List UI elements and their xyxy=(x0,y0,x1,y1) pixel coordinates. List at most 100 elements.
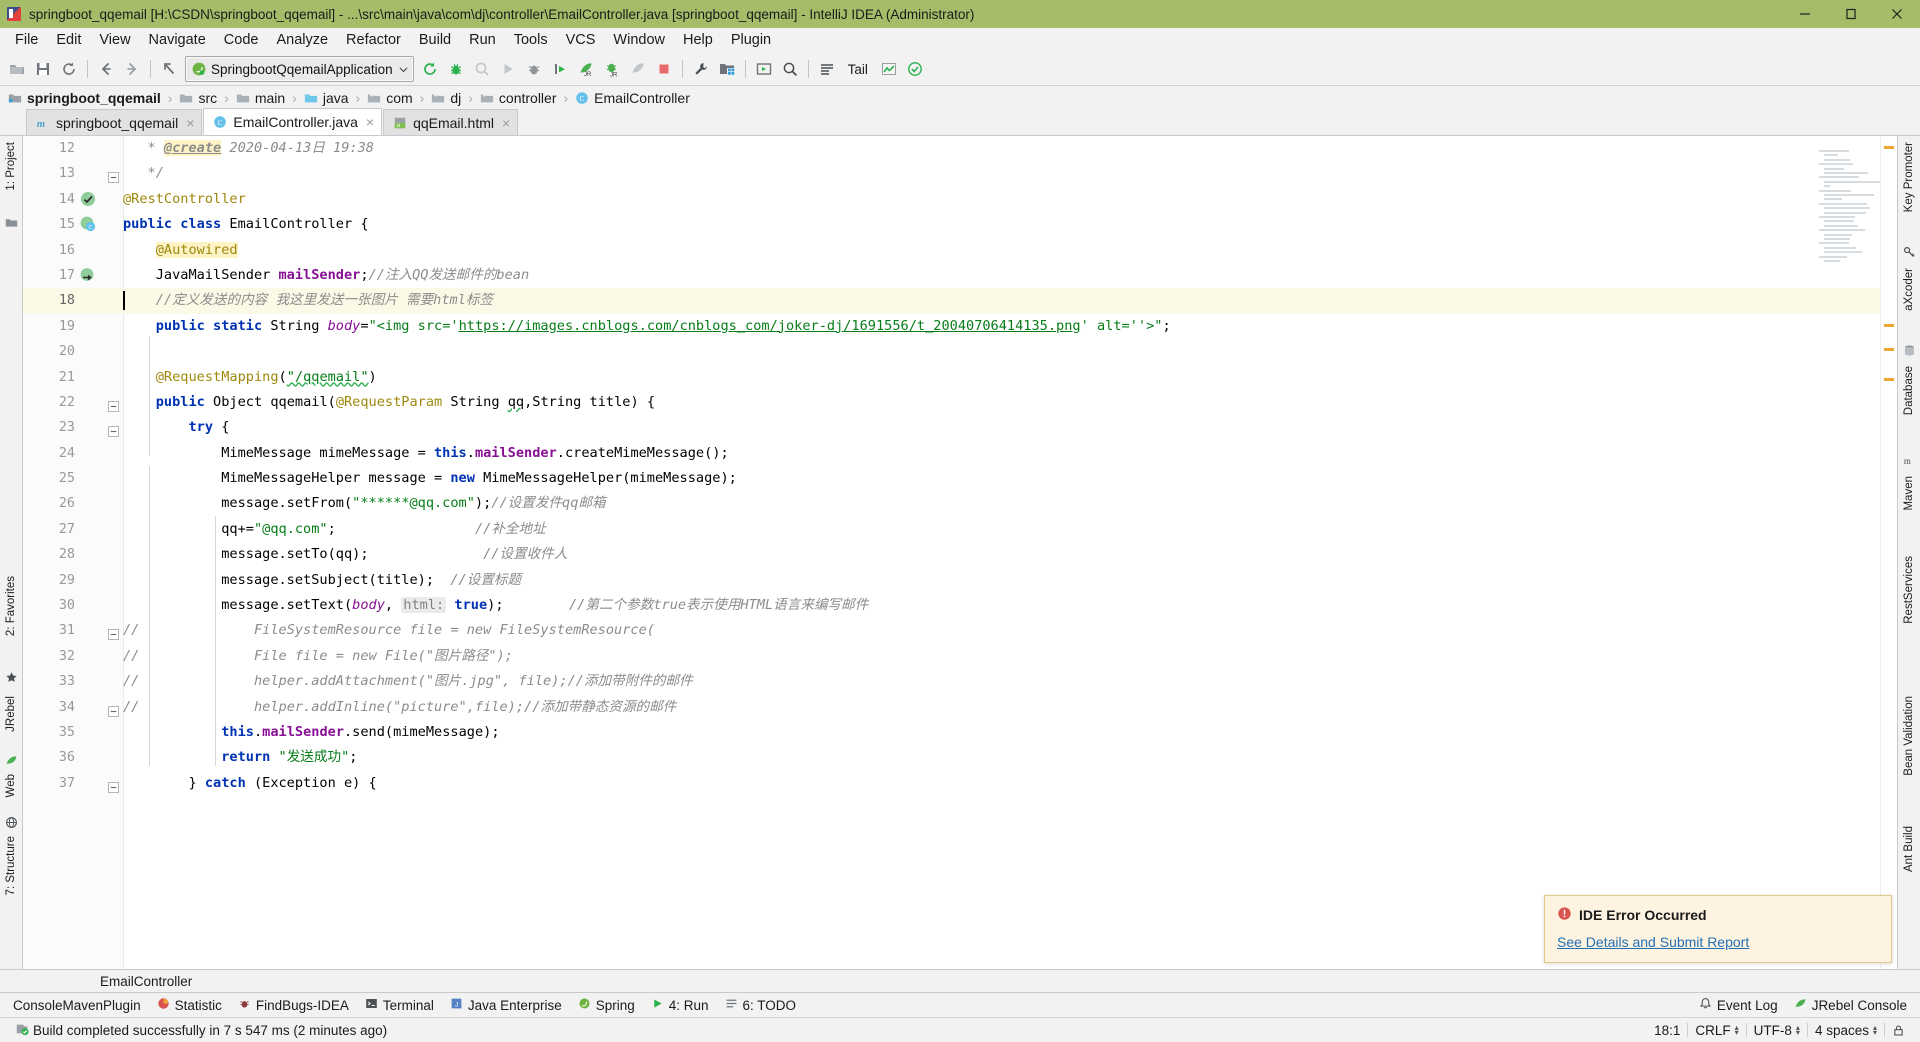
breadcrumb-item-class[interactable]: C EmailController xyxy=(575,90,690,106)
build-status[interactable]: Build completed successfully in 7 s 547 … xyxy=(8,1022,394,1039)
twbar-statistic[interactable]: Statistic xyxy=(150,995,229,1015)
code-line[interactable]: 14 @RestController xyxy=(23,187,1897,212)
sidebar-item-jrebel[interactable]: JRebel xyxy=(0,696,22,732)
forward-icon[interactable] xyxy=(119,56,145,82)
code-line[interactable]: 16 @Autowired xyxy=(23,238,1897,263)
tail-toggle-icon[interactable] xyxy=(814,56,840,82)
bean-class-icon[interactable]: C xyxy=(79,215,98,234)
tab-emailcontroller-java[interactable]: C EmailController.java × xyxy=(203,108,383,135)
sidebar-item-favorites[interactable]: 2: Favorites xyxy=(0,576,22,636)
caret-position[interactable]: 18:1 xyxy=(1647,1023,1687,1038)
fold-toggle-icon[interactable] xyxy=(108,421,120,438)
chart-icon[interactable] xyxy=(876,56,902,82)
debug-icon[interactable] xyxy=(443,56,469,82)
code-line[interactable]: 21 @RequestMapping("/qqemail") xyxy=(23,365,1897,390)
twbar-event-log[interactable]: Event Log xyxy=(1692,995,1785,1015)
tab-qqemail-html[interactable]: H qqEmail.html × xyxy=(383,109,519,135)
run-anything-icon[interactable] xyxy=(751,56,777,82)
code-line[interactable]: 12 * @create 2020-04-13日 19:38 xyxy=(23,136,1897,161)
twbar-console-maven-plugin[interactable]: ConsoleMavenPlugin xyxy=(6,996,148,1015)
breadcrumb-item-java[interactable]: java xyxy=(304,90,349,106)
file-encoding[interactable]: UTF-8 ▴ ▾ xyxy=(1747,1023,1807,1038)
code-line[interactable]: 34 // helper.addInline("picture",file);//… xyxy=(23,695,1897,720)
menu-tools[interactable]: Tools xyxy=(505,30,557,50)
close-icon[interactable]: × xyxy=(366,115,374,129)
menu-build[interactable]: Build xyxy=(410,30,460,50)
breadcrumb-item-dj[interactable]: dj xyxy=(431,90,461,106)
attach-debugger-icon[interactable] xyxy=(521,56,547,82)
coverage-icon[interactable] xyxy=(469,56,495,82)
breadcrumb-item-src[interactable]: src xyxy=(179,90,217,106)
see-details-link[interactable]: See Details and Submit Report xyxy=(1557,934,1879,950)
twbar-spring[interactable]: Spring xyxy=(571,995,642,1015)
stop-icon[interactable] xyxy=(651,56,677,82)
indent-setting[interactable]: 4 spaces ▴ ▾ xyxy=(1808,1023,1884,1038)
twbar-jrebel-console[interactable]: JRebel Console xyxy=(1787,995,1914,1015)
editor-error-stripe[interactable] xyxy=(1880,136,1897,969)
bean-autowire-icon[interactable] xyxy=(79,266,98,285)
sync-icon[interactable] xyxy=(56,56,82,82)
menu-code[interactable]: Code xyxy=(215,30,268,50)
code-line[interactable]: 22 public Object qqemail(@RequestParam S… xyxy=(23,390,1897,415)
breadcrumb-item-main[interactable]: main xyxy=(236,90,285,106)
menu-help[interactable]: Help xyxy=(674,30,722,50)
menu-edit[interactable]: Edit xyxy=(47,30,90,50)
maximize-button[interactable] xyxy=(1828,0,1874,28)
jrebel-debug-icon[interactable]: JR xyxy=(599,56,625,82)
project-structure-icon[interactable] xyxy=(714,56,740,82)
sidebar-item-axcoder[interactable]: aXcoder xyxy=(1898,268,1920,311)
code-line[interactable]: 33 // helper.addAttachment("图片.jpg", file… xyxy=(23,669,1897,694)
twbar-run[interactable]: 4: Run xyxy=(644,995,716,1015)
search-everywhere-icon[interactable] xyxy=(777,56,803,82)
sidebar-item-ant-build[interactable]: Ant Build xyxy=(1898,826,1920,872)
menu-window[interactable]: Window xyxy=(604,30,674,50)
sidebar-item-maven[interactable]: Maven xyxy=(1898,476,1920,511)
sidebar-item-structure[interactable]: 7: Structure xyxy=(0,836,22,895)
menu-run[interactable]: Run xyxy=(460,30,505,50)
sidebar-item-key-promoter[interactable]: Key Promoter xyxy=(1898,142,1920,212)
close-button[interactable] xyxy=(1874,0,1920,28)
menu-view[interactable]: View xyxy=(90,30,139,50)
twbar-terminal[interactable]: Terminal xyxy=(358,995,441,1015)
menu-navigate[interactable]: Navigate xyxy=(140,30,215,50)
code-line[interactable]: 26 message.setFrom("******@qq.com");//设置… xyxy=(23,491,1897,516)
code-line[interactable]: 37 } catch (Exception e) { xyxy=(23,771,1897,796)
menu-file[interactable]: File xyxy=(6,30,47,50)
code-line[interactable]: 29 message.setSubject(title); //设置标题 xyxy=(23,568,1897,593)
code-line[interactable]: 18 //定义发送的内容 我这里发送一张图片 需要html标签 xyxy=(23,288,1897,314)
editor-footer-breadcrumb[interactable]: EmailController xyxy=(0,969,1920,992)
code-line[interactable]: 31 // FileSystemResource file = new FileS… xyxy=(23,618,1897,643)
code-line[interactable]: 27 qq+="@qq.com"; //补全地址 xyxy=(23,517,1897,542)
sidebar-item-restservices[interactable]: RestServices xyxy=(1898,556,1920,624)
twbar-java-enterprise[interactable]: J Java Enterprise xyxy=(443,995,569,1015)
settings-icon[interactable] xyxy=(688,56,714,82)
fold-toggle-icon[interactable] xyxy=(108,624,120,641)
code-line[interactable]: 19 public static String body="<img src='… xyxy=(23,314,1897,339)
code-line[interactable]: 23 try { xyxy=(23,415,1897,440)
breadcrumb-item-module[interactable]: springboot_qqemail xyxy=(8,90,161,106)
editor-code-lines[interactable]: 12 * @create 2020-04-13日 19:38 13 */14 @Re… xyxy=(23,136,1897,969)
tail-label[interactable]: Tail xyxy=(840,62,876,77)
menu-plugin[interactable]: Plugin xyxy=(722,30,780,50)
fold-toggle-icon[interactable] xyxy=(108,777,120,793)
code-line[interactable]: 25 MimeMessageHelper message = new MimeM… xyxy=(23,466,1897,491)
run-icon[interactable] xyxy=(495,56,521,82)
code-line[interactable]: 24 MimeMessage mimeMessage = this.mailSe… xyxy=(23,441,1897,466)
minimize-button[interactable] xyxy=(1782,0,1828,28)
twbar-findbugs-idea[interactable]: FindBugs-IDEA xyxy=(231,995,356,1015)
code-line[interactable]: 30 message.setText(body, html: true); //… xyxy=(23,593,1897,618)
jrebel-run-icon[interactable]: JR xyxy=(573,56,599,82)
update-app-icon[interactable] xyxy=(625,56,651,82)
menu-analyze[interactable]: Analyze xyxy=(267,30,337,50)
sidebar-item-web[interactable]: Web xyxy=(0,774,22,797)
sidebar-item-bean-validation[interactable]: Bean Validation xyxy=(1898,696,1920,776)
code-line[interactable]: 32 // File file = new File("图片路径"); xyxy=(23,644,1897,669)
bean-check-icon[interactable] xyxy=(79,190,98,209)
code-line[interactable]: 35 this.mailSender.send(mimeMessage); xyxy=(23,720,1897,745)
breadcrumb-item-controller[interactable]: controller xyxy=(480,90,557,106)
sidebar-item-database[interactable]: Database xyxy=(1898,366,1920,415)
code-line[interactable]: 13 */ xyxy=(23,161,1897,186)
back-icon[interactable] xyxy=(93,56,119,82)
menu-vcs[interactable]: VCS xyxy=(557,30,605,50)
line-separator[interactable]: CRLF ▴ ▾ xyxy=(1688,1023,1745,1038)
